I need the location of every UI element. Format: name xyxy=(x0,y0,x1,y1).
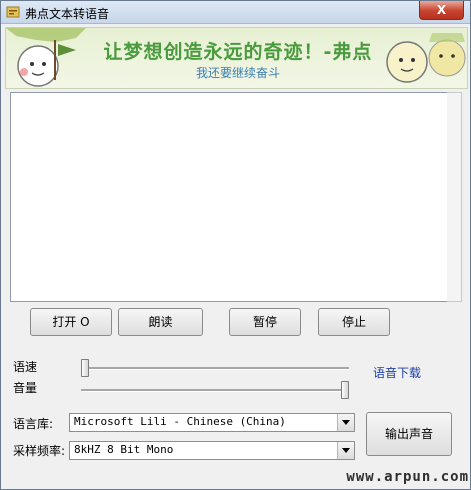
voice-library-select[interactable]: Microsoft Lili - Chinese (China) xyxy=(69,413,355,432)
sample-rate-select[interactable]: 8kHZ 8 Bit Mono xyxy=(69,441,355,460)
sample-rate-label: 采样频率: xyxy=(13,444,66,458)
sample-rate-value: 8kHZ 8 Bit Mono xyxy=(74,443,174,456)
voice-library-label: 语言库: xyxy=(13,417,54,431)
cartoon-left-icon xyxy=(6,28,86,87)
app-icon xyxy=(6,6,20,18)
banner-subtitle: 我还要继续奋斗 xyxy=(195,66,280,80)
app-window: 弗点文本转语音 X 让梦想创造永远的奇迹！-弗点 我还要继续奋斗 打开 O 朗读… xyxy=(0,0,471,490)
open-button[interactable]: 打开 O xyxy=(30,308,112,336)
title-bar: 弗点文本转语音 X xyxy=(1,1,470,24)
text-input-area[interactable] xyxy=(10,92,450,302)
chevron-down-icon xyxy=(342,448,350,453)
speed-label: 语速 xyxy=(13,360,38,374)
chevron-down-icon xyxy=(342,420,350,425)
voice-library-value: Microsoft Lili - Chinese (China) xyxy=(74,415,286,428)
speed-slider-track[interactable] xyxy=(81,367,349,370)
pause-button[interactable]: 暂停 xyxy=(229,308,301,336)
voice-dropdown-button[interactable] xyxy=(337,414,354,431)
banner: 让梦想创造永远的奇迹！-弗点 我还要继续奋斗 xyxy=(5,27,468,89)
stop-button[interactable]: 停止 xyxy=(318,308,390,336)
window-title: 弗点文本转语音 xyxy=(25,7,110,21)
sample-rate-dropdown-button[interactable] xyxy=(337,442,354,459)
volume-slider-thumb[interactable] xyxy=(341,381,349,399)
banner-slogan: 让梦想创造永远的奇迹！-弗点 xyxy=(103,41,373,63)
close-button[interactable]: X xyxy=(419,1,464,20)
site-watermark: www.arpun.com xyxy=(346,469,469,485)
text-area-scrollbar[interactable] xyxy=(447,92,462,302)
volume-slider-track[interactable] xyxy=(81,389,349,392)
speed-slider-thumb[interactable] xyxy=(81,359,89,377)
output-audio-button[interactable]: 输出声音 xyxy=(366,412,452,456)
volume-label: 音量 xyxy=(13,381,38,395)
cartoon-right-icon xyxy=(386,33,466,83)
voice-download-link[interactable]: 语音下载 xyxy=(373,364,421,381)
read-aloud-button[interactable]: 朗读 xyxy=(118,308,203,336)
